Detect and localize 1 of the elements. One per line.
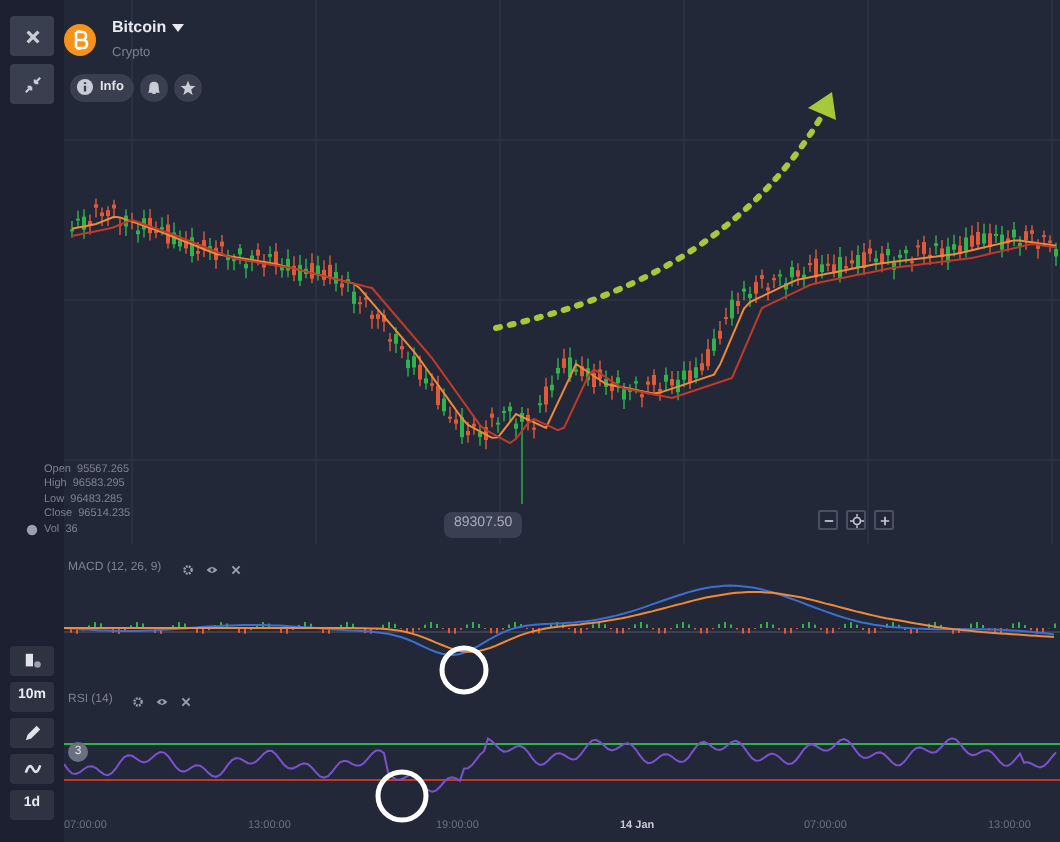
asset-selector[interactable]: Bitcoin [112,16,202,40]
